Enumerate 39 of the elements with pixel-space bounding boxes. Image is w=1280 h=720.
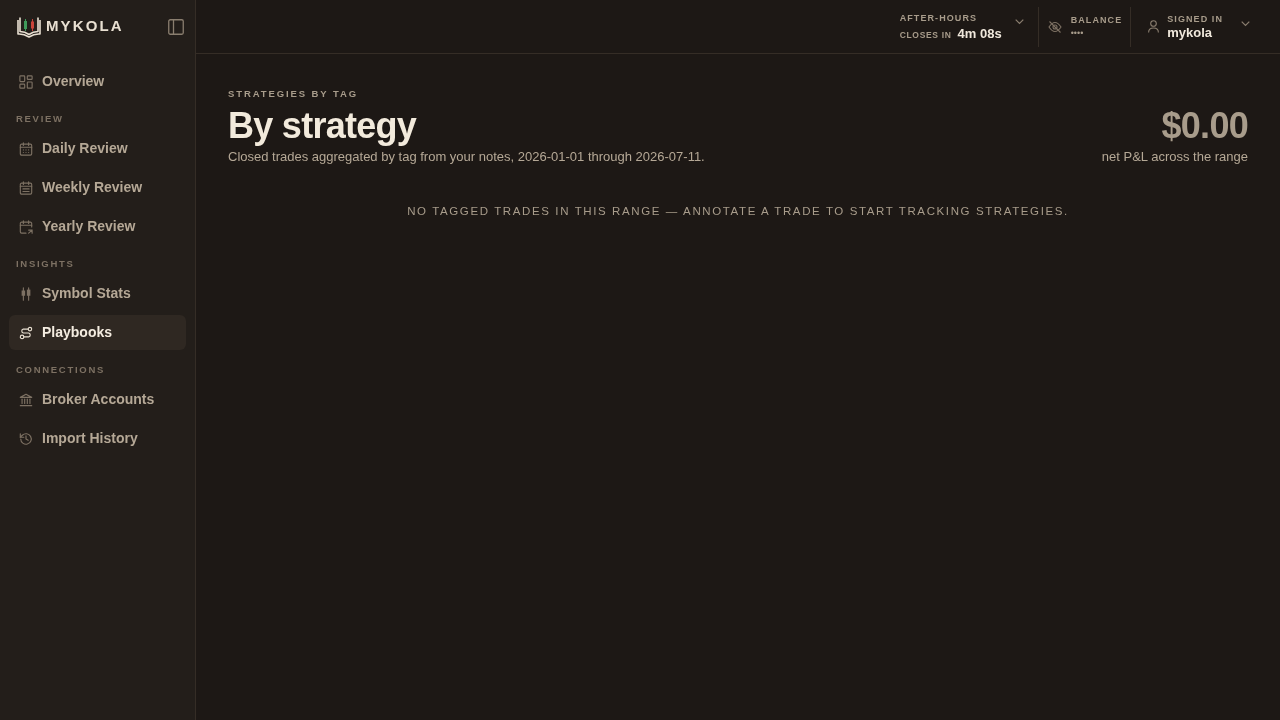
calendar-icon [19, 141, 33, 156]
eye-off-icon[interactable] [1047, 19, 1062, 34]
candlestick-icon [19, 286, 33, 301]
sidebar-toggle-icon[interactable] [168, 18, 184, 35]
balance-label: BALANCE [1070, 14, 1123, 26]
history-icon [19, 431, 33, 446]
nav-item[interactable]: Yearly Review [9, 209, 186, 244]
nav-item[interactable]: Playbooks [9, 315, 186, 350]
nav-item[interactable]: Symbol Stats [9, 276, 186, 311]
session-label: AFTER-HOURS [899, 11, 979, 24]
net-pnl-caption: net P&L across the range [1101, 148, 1248, 166]
nav-section-heading: INSIGHTS [15, 257, 76, 271]
calendar-icon [19, 180, 33, 195]
account-label: SIGNED IN [1167, 12, 1223, 25]
countdown-label: CLOSES IN [899, 28, 952, 41]
chevron-down-icon[interactable] [1241, 20, 1250, 27]
nav-item[interactable]: Daily Review [9, 131, 186, 166]
nav-item[interactable]: Overview [9, 64, 186, 99]
username: mykola [1167, 24, 1214, 41]
nav-item[interactable]: Weekly Review [9, 170, 186, 205]
grid-icon [19, 74, 33, 89]
nav-section-heading: REVIEW [15, 112, 65, 126]
page-eyebrow: STRATEGIES BY TAG [228, 88, 359, 100]
user-icon [1148, 20, 1160, 33]
nav-item[interactable]: Import History [9, 421, 186, 456]
calendar-icon [19, 219, 33, 234]
bank-icon [19, 392, 33, 407]
chevron-down-icon[interactable] [1014, 18, 1024, 25]
net-pnl-value: $0.00 [1161, 106, 1248, 146]
balance-value: •••• [1070, 27, 1085, 39]
nav-item[interactable]: Broker Accounts [9, 382, 186, 417]
empty-state-message: NO TAGGED TRADES IN THIS RANGE — ANNOTATE A TRADE TO START TRACKING STRATEGIES. [407, 204, 1069, 219]
route-icon [19, 325, 33, 340]
book-logo-icon [17, 15, 41, 38]
page-title: By strategy [228, 106, 418, 146]
brand-name: MYKOLA [46, 16, 124, 37]
nav-section-heading: CONNECTIONS [15, 363, 106, 377]
countdown-value: 4m 08s [957, 25, 1002, 42]
page-subtitle: Closed trades aggregated by tag from your notes, 2026-01-01 through 2026-07-11. [228, 148, 705, 166]
